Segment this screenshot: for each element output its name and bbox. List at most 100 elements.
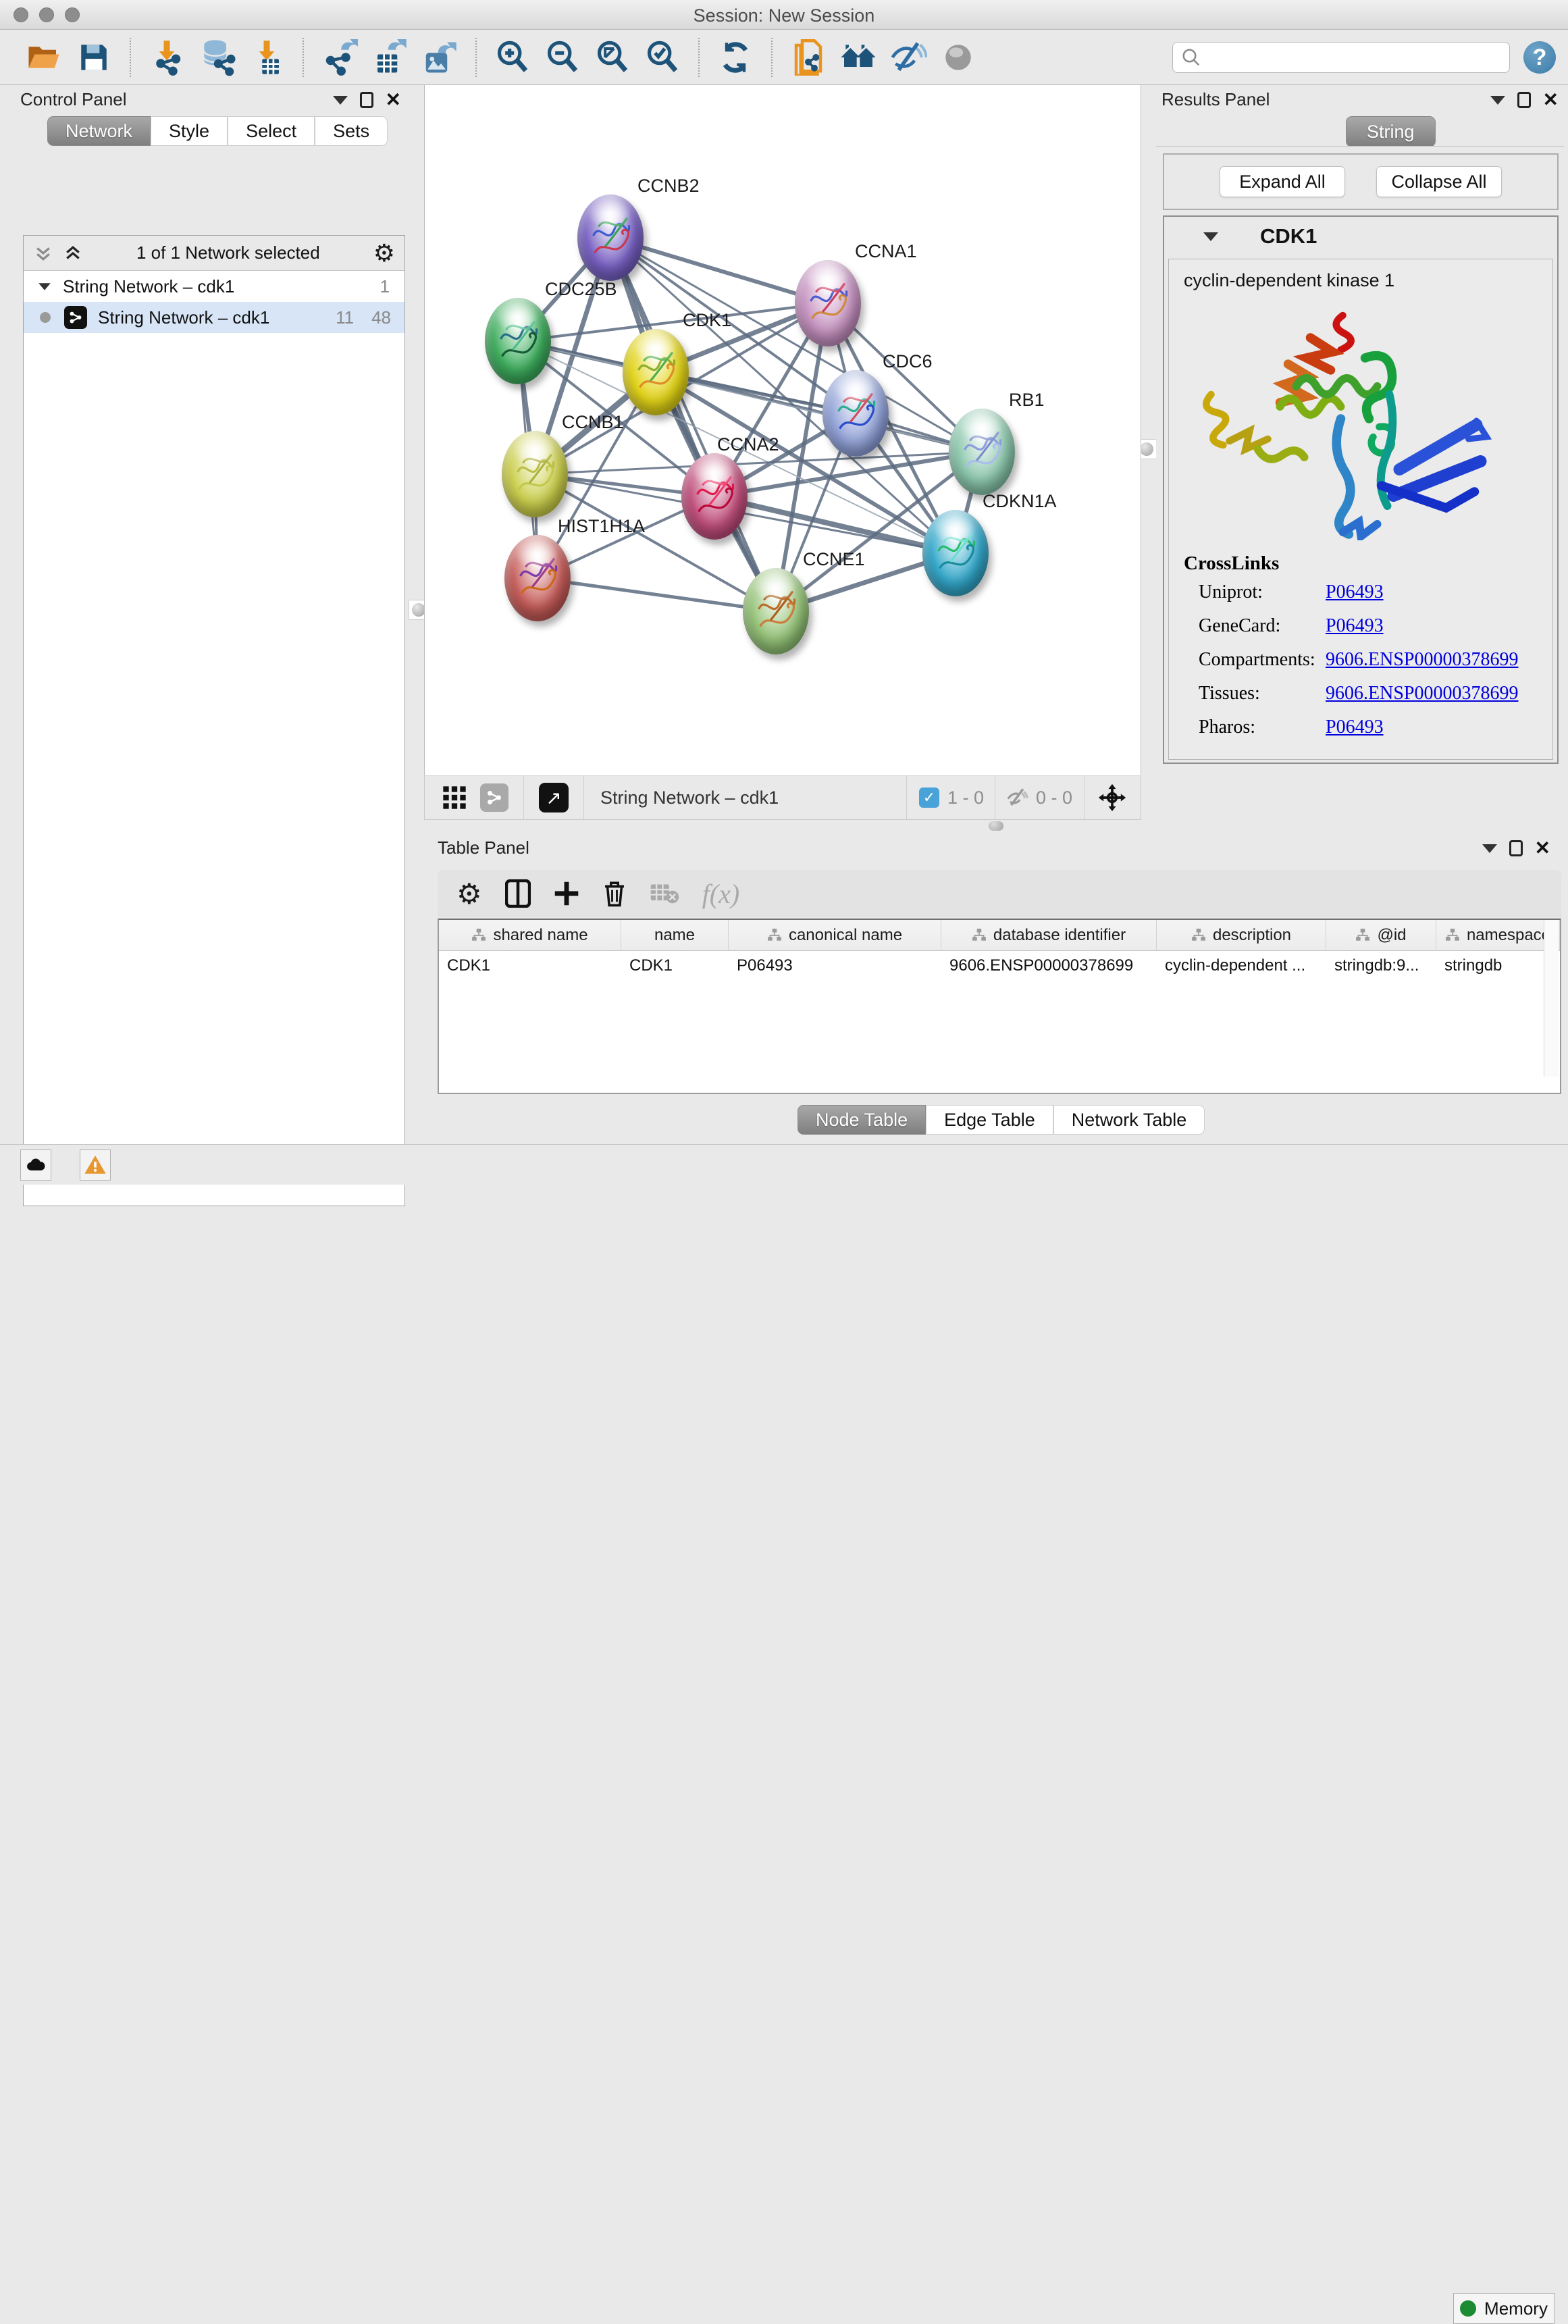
network-node-HIST1H1A[interactable] — [504, 535, 571, 621]
string-home-icon[interactable] — [839, 38, 877, 76]
zoom-out-icon[interactable] — [544, 38, 581, 76]
birds-eye-view-icon[interactable] — [441, 784, 468, 811]
crosslink-link[interactable]: P06493 — [1326, 717, 1384, 738]
column-header-@id[interactable]: @id — [1326, 920, 1436, 950]
table-panel-close-icon[interactable]: ✕ — [1535, 840, 1550, 856]
results-tab-string[interactable]: String — [1346, 116, 1436, 147]
column-header-shared-name[interactable]: shared name — [439, 920, 621, 950]
export-table-icon[interactable] — [371, 38, 409, 76]
network-type-icon[interactable] — [480, 783, 508, 812]
hide-glass-eye-icon[interactable] — [889, 38, 927, 76]
zoom-in-icon[interactable] — [494, 38, 531, 76]
table-cell[interactable]: stringdb — [1436, 951, 1560, 982]
tab-network[interactable]: Network — [47, 116, 151, 146]
table-cell[interactable]: 9606.ENSP00000378699 — [941, 951, 1157, 982]
left-splitter[interactable] — [413, 85, 424, 820]
table-row[interactable]: CDK1CDK1P064939606.ENSP00000378699cyclin… — [439, 951, 1560, 982]
results-panel-float-icon[interactable] — [1490, 96, 1505, 105]
control-panel-maximize-icon[interactable] — [360, 92, 373, 108]
control-panel-close-icon[interactable]: ✕ — [386, 92, 401, 108]
apply-layout-icon[interactable] — [716, 38, 754, 76]
network-node-CDK1[interactable] — [623, 329, 689, 415]
string-import-icon[interactable] — [789, 38, 827, 76]
import-network-database-icon[interactable] — [198, 38, 236, 76]
export-network-icon[interactable] — [321, 38, 359, 76]
network-node-CCNA1[interactable] — [795, 260, 861, 346]
network-edge[interactable] — [610, 238, 776, 611]
import-network-file-icon[interactable] — [148, 38, 186, 76]
table-cell[interactable]: stringdb:9... — [1326, 951, 1436, 982]
search-input[interactable] — [1201, 48, 1492, 67]
zoom-fit-icon[interactable] — [594, 38, 631, 76]
save-session-icon[interactable] — [75, 38, 113, 76]
collection-expand-icon[interactable] — [38, 283, 51, 290]
network-row-selected[interactable]: String Network – cdk1 11 48 — [24, 302, 404, 333]
tab-select[interactable]: Select — [228, 116, 315, 146]
gray-eye-icon[interactable] — [939, 38, 977, 76]
tab-node-table[interactable]: Node Table — [798, 1105, 926, 1135]
add-column-icon[interactable] — [554, 881, 579, 906]
column-header-namespace[interactable]: namespace — [1436, 920, 1560, 950]
table-cell[interactable]: P06493 — [729, 951, 941, 982]
network-collection-row[interactable]: String Network – cdk1 1 — [24, 271, 404, 302]
control-panel-float-icon[interactable] — [333, 96, 348, 105]
delete-column-icon[interactable] — [602, 879, 627, 908]
crosslink-link[interactable]: 9606.ENSP00000378699 — [1326, 683, 1518, 704]
network-node-CDC6[interactable] — [822, 370, 889, 457]
table-panel-maximize-icon[interactable] — [1509, 840, 1523, 856]
network-node-CDC25B[interactable] — [485, 298, 551, 384]
results-panel-maximize-icon[interactable] — [1517, 92, 1531, 108]
network-node-CCNB1[interactable] — [502, 431, 568, 517]
results-panel-close-icon[interactable]: ✕ — [1543, 92, 1559, 108]
column-header-name[interactable]: name — [621, 920, 729, 950]
table-cell[interactable]: cyclin-dependent ... — [1157, 951, 1326, 982]
tab-sets[interactable]: Sets — [315, 116, 388, 146]
fit-selected-crosshair-icon[interactable] — [1097, 783, 1127, 812]
tab-network-table[interactable]: Network Table — [1053, 1105, 1205, 1135]
network-options-gear-icon[interactable]: ⚙ — [373, 239, 395, 267]
protein-section-collapse-icon[interactable] — [1203, 232, 1218, 241]
expand-all-icon[interactable] — [63, 243, 83, 263]
network-view[interactable]: CCNB2CCNA1CDC25BCDK1CDC6RB1CCNB1CCNA2CDK… — [424, 85, 1141, 775]
tab-style[interactable]: Style — [151, 116, 228, 146]
selected-checkbox-icon[interactable]: ✓ — [919, 787, 939, 808]
table-cell[interactable]: CDK1 — [621, 951, 729, 982]
memory-button[interactable]: Memory — [1453, 2293, 1554, 2324]
warnings-button[interactable] — [80, 1150, 111, 1181]
network-node-RB1[interactable] — [949, 409, 1015, 495]
show-columns-icon[interactable] — [505, 879, 531, 908]
right-splitter[interactable] — [1141, 85, 1152, 820]
network-node-CCNB2[interactable] — [577, 195, 644, 281]
crosslink-link[interactable]: P06493 — [1326, 582, 1384, 603]
column-header-description[interactable]: description — [1157, 920, 1326, 950]
zoom-selected-icon[interactable] — [644, 38, 681, 76]
import-table-icon[interactable] — [248, 38, 286, 76]
column-header-canonical-name[interactable]: canonical name — [729, 920, 941, 950]
table-panel-float-icon[interactable] — [1482, 844, 1497, 853]
open-session-icon[interactable] — [25, 38, 63, 76]
search-box[interactable] — [1172, 42, 1510, 73]
crosslink-link[interactable]: 9606.ENSP00000378699 — [1326, 649, 1518, 671]
network-node-CCNE1[interactable] — [743, 568, 809, 654]
protein-detail-box: cyclin-dependent kinase 1 — [1168, 259, 1553, 760]
crosslink-link[interactable]: P06493 — [1326, 615, 1384, 637]
table-vertical-scrollbar[interactable] — [1544, 920, 1559, 1077]
tab-edge-table[interactable]: Edge Table — [926, 1105, 1053, 1135]
network-node-CCNA2[interactable] — [681, 453, 748, 540]
table-cell[interactable]: CDK1 — [439, 951, 621, 982]
column-header-database-identifier[interactable]: database identifier — [941, 920, 1157, 950]
collapse-all-button[interactable]: Collapse All — [1376, 166, 1502, 197]
cloud-icon — [25, 1154, 47, 1176]
export-image-icon[interactable] — [421, 38, 459, 76]
network-edge[interactable] — [538, 578, 776, 611]
expand-all-button[interactable]: Expand All — [1220, 166, 1345, 197]
function-builder-icon[interactable]: f(x) — [702, 878, 740, 910]
cloud-button[interactable] — [20, 1150, 51, 1181]
collapse-all-icon[interactable] — [33, 243, 53, 263]
table-options-gear-icon[interactable]: ⚙ — [456, 877, 482, 910]
help-button[interactable]: ? — [1523, 41, 1556, 74]
export-view-icon[interactable]: ↗ — [539, 783, 569, 812]
horizontal-splitter[interactable] — [985, 821, 1008, 831]
delete-table-icon[interactable] — [650, 882, 679, 905]
network-node-CDKN1A[interactable] — [922, 510, 989, 596]
